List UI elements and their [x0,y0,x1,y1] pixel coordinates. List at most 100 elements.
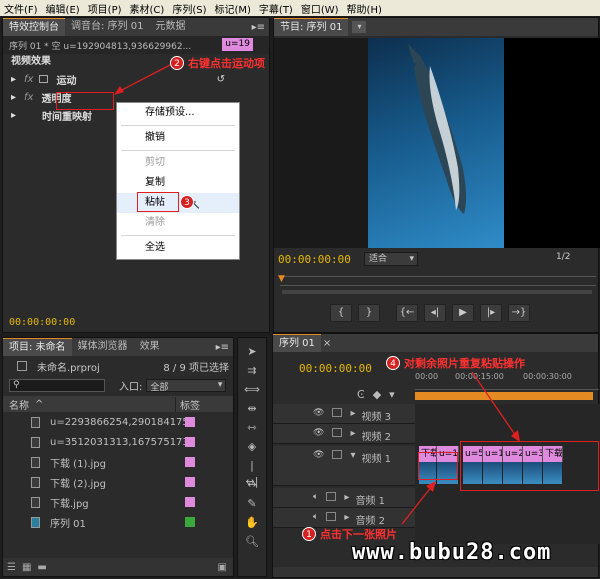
ripple-edit-tool-icon[interactable]: ⟺ [244,382,260,398]
lock-icon[interactable] [332,450,343,459]
project-item[interactable]: u=3512031313,1675751734 [3,432,233,452]
menu-item-7[interactable]: 窗口(W) [297,1,343,16]
menu-item-6[interactable]: 字幕(T) [255,1,297,16]
hand-tool-icon[interactable]: ✋ [244,515,260,531]
effect-motion-label[interactable]: 运动 [56,72,76,87]
program-timecode[interactable]: 00:00:00:00 [278,253,351,266]
selection-tool-icon[interactable]: ➤ [244,344,260,360]
set-encore-marker-icon[interactable]: ▾ [389,388,395,401]
list-view-icon[interactable]: ☰ [7,562,16,573]
sort-ascending-icon[interactable]: ^ [35,399,43,410]
set-marker-icon[interactable]: ◆ [373,388,381,401]
tab-audio-mixer[interactable]: 调音台: 序列 01 [65,18,149,36]
panel-menu-icon[interactable]: ▸≡ [252,22,269,33]
lock-icon[interactable] [326,492,337,501]
eye-icon[interactable]: 👁︎ [313,450,324,460]
label-color-swatch[interactable] [185,417,195,427]
track-select-tool-icon[interactable]: ⇉ [244,363,260,379]
rolling-edit-tool-icon[interactable]: ⇹ [244,401,260,417]
track-header-audio[interactable]: 🔈︎ ▸ 音频 1 [273,488,415,508]
eye-icon[interactable]: 👁︎ [313,408,324,418]
label-color-swatch[interactable] [185,437,195,447]
razor-tool-icon[interactable]: ◈ [244,439,260,455]
label-color-swatch[interactable] [185,457,195,467]
play-icon[interactable]: ▶ [452,304,474,322]
tab-sequence[interactable]: 序列 01 [273,334,321,352]
project-item[interactable]: 下载 (1).jpg [3,452,233,472]
menu-item-4[interactable]: 序列(S) [168,1,210,16]
rate-stretch-tool-icon[interactable]: ⇿ [244,420,260,436]
tab-effects[interactable]: 效果 [134,338,166,356]
zoom-slider-icon[interactable]: ▬ [37,562,46,573]
program-ruler[interactable] [280,276,596,286]
panel-menu-icon[interactable]: ▸≡ [216,342,233,353]
menu-item-2[interactable]: 项目(P) [84,1,126,16]
lock-icon[interactable] [332,408,343,417]
new-bin-icon[interactable]: ▣ [218,562,233,573]
slip-tool-icon[interactable]: |↔| [244,458,260,488]
snap-icon[interactable]: Ͼ [357,388,365,401]
track-header-video[interactable]: 👁︎ ▾ 视频 1 [273,446,415,486]
in-select[interactable]: 全部 ▾ [146,378,227,393]
step-back-icon[interactable]: ◂| [424,304,446,322]
fit-select[interactable]: 适合 ▾ [364,252,418,266]
pen-tool-icon[interactable]: ✎ [244,496,260,512]
go-to-in-icon[interactable]: {← [396,304,418,322]
menu-item-1[interactable]: 编辑(E) [42,1,84,16]
menu-item-3[interactable]: 素材(C) [126,1,169,16]
track-header-audio[interactable]: 🔈︎ ▸ 音频 2 [273,508,415,528]
menu-item-select-all[interactable]: 全选 [117,238,239,258]
eye-icon[interactable]: 👁︎ [313,428,324,438]
lock-icon[interactable] [326,512,337,521]
program-zoom-bar[interactable] [282,290,592,294]
project-search-input[interactable]: ⚲ [9,378,105,392]
program-dropdown-icon[interactable]: ▾ [352,21,367,33]
label-color-swatch[interactable] [185,517,195,527]
menu-item-0[interactable]: 文件(F) [0,1,42,16]
menu-item-8[interactable]: 帮助(H) [343,1,386,16]
go-to-out-icon[interactable]: →} [508,304,530,322]
track-header-video[interactable]: 👁︎ ▸ 视频 3 [273,404,415,424]
tab-program[interactable]: 节目: 序列 01 [274,18,349,36]
project-item[interactable]: 下载 (2).jpg [3,472,233,492]
resolution-select[interactable]: 1/2 [556,252,570,262]
project-item[interactable]: 序列 01 [3,512,233,532]
mark-in-icon[interactable]: { [330,304,352,322]
expand-triangle-icon[interactable]: ▸ [11,92,16,103]
reset-icon[interactable]: ↺ [217,74,225,85]
column-label[interactable]: 标签 [175,396,200,412]
step-forward-icon[interactable]: |▸ [480,304,502,322]
expand-triangle-icon[interactable]: ▸ [11,110,16,121]
mark-out-icon[interactable]: } [358,304,380,322]
expand-triangle-icon[interactable]: ▾ [350,450,355,461]
tab-effect-controls[interactable]: 特效控制台 [3,18,65,36]
icon-view-icon[interactable]: ▦ [22,562,31,573]
track-header-video[interactable]: 👁︎ ▸ 视频 2 [273,424,415,444]
timeline-timecode[interactable]: 00:00:00:00 [299,362,372,375]
menu-item-save-preset[interactable]: 存储预设... [117,103,239,123]
tab-media-browser[interactable]: 媒体浏览器 [72,338,134,356]
expand-triangle-icon[interactable]: ▸ [350,408,355,419]
expand-triangle-icon[interactable]: ▸ [350,428,355,439]
zoom-tool-icon[interactable]: 🔍︎ [244,534,260,550]
timeline-scrollbar[interactable] [273,567,598,577]
menu-item-5[interactable]: 标记(M) [210,1,254,16]
lock-icon[interactable] [332,428,343,437]
speaker-icon[interactable]: 🔈︎ [313,492,318,502]
project-item[interactable]: 下载.jpg [3,492,233,512]
expand-triangle-icon[interactable]: ▸ [11,74,16,85]
effect-controls-timecode[interactable]: 00:00:00:00 [9,317,75,328]
close-icon[interactable]: × [323,338,331,349]
speaker-icon[interactable]: 🔈︎ [313,512,318,522]
slide-tool-icon[interactable]: ↔ [244,477,260,493]
label-color-swatch[interactable] [185,477,195,487]
playhead-icon[interactable]: ▼ [278,274,285,284]
expand-triangle-icon[interactable]: ▸ [344,512,349,523]
menu-item-copy[interactable]: 复制 [117,173,239,193]
tab-project[interactable]: 项目: 未命名 [3,338,72,356]
label-color-swatch[interactable] [185,497,195,507]
menu-item-undo[interactable]: 撤销 [117,128,239,148]
expand-triangle-icon[interactable]: ▸ [344,492,349,503]
tab-metadata[interactable]: 元数据 [149,18,191,36]
column-name[interactable]: 名称 [9,397,29,412]
